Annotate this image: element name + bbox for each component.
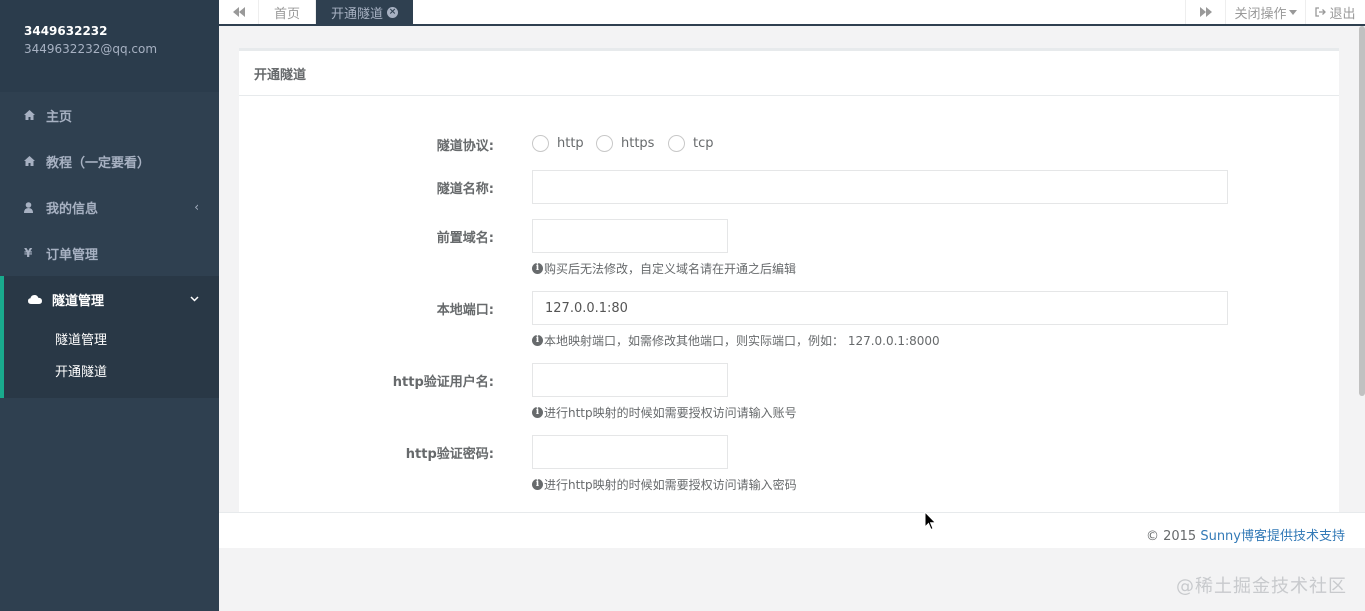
info-circle-icon: i	[532, 407, 543, 418]
user-profile[interactable]: 3449632232 3449632232@qq.com	[0, 0, 219, 92]
tunnel-name-label: 隧道名称:	[436, 182, 494, 197]
logout-button[interactable]: 退出	[1305, 0, 1365, 24]
home-icon	[24, 110, 40, 120]
local-port-input[interactable]: 127.0.0.1:80	[532, 291, 1228, 325]
subdomain-help: i 购买后无法修改，自定义域名请在开通之后编辑	[532, 260, 796, 277]
sidebar-item-tutorial[interactable]: 教程（一定要看）	[0, 138, 219, 184]
panel-title: 开通隧道	[239, 51, 1339, 96]
radio-circle[interactable]	[668, 135, 685, 152]
sign-out-icon	[1315, 7, 1327, 17]
protocol-radio-http[interactable]: http	[532, 135, 584, 152]
help-text: 购买后无法修改，自定义域名请在开通之后编辑	[544, 262, 797, 276]
protocol-radio-tcp[interactable]: tcp	[668, 135, 714, 152]
http-user-help: i 进行http映射的时候如需要授权访问请输入账号	[532, 404, 797, 421]
radio-label: tcp	[693, 136, 714, 151]
sidebar-group-tunnel: 隧道管理 隧道管理 开通隧道	[0, 276, 219, 398]
footer-link[interactable]: Sunny博客提供技术支持	[1200, 529, 1345, 544]
http-user-input[interactable]	[532, 363, 728, 397]
scrollbar[interactable]	[1359, 26, 1365, 396]
cloud-icon	[28, 294, 46, 304]
sidebar-item-label: 我的信息	[46, 201, 99, 217]
radio-label: https	[621, 136, 655, 151]
chevron-left-icon: ‹	[194, 200, 199, 214]
radio-circle[interactable]	[596, 135, 613, 152]
sidebar-item-label: 主页	[46, 109, 73, 125]
double-chevron-left-icon	[232, 7, 245, 17]
http-pass-help: i 进行http映射的时候如需要授权访问请输入密码	[532, 476, 797, 493]
sidebar-item-tunnel-management[interactable]: 隧道管理	[4, 276, 219, 322]
user-name: 3449632232	[24, 24, 108, 38]
sidebar-submenu: 隧道管理 开通隧道	[4, 322, 219, 398]
user-icon	[24, 201, 40, 213]
sidebar-item-label: 订单管理	[46, 247, 99, 263]
chevron-down-icon	[190, 291, 199, 305]
close-operations-label: 关闭操作	[1234, 6, 1287, 22]
http-pass-input[interactable]	[532, 435, 728, 469]
caret-down-icon	[1288, 9, 1297, 15]
info-circle-icon: i	[532, 479, 543, 490]
info-circle-icon: i	[532, 263, 543, 274]
sidebar-item-label: 教程（一定要看）	[46, 155, 151, 171]
close-tab-icon[interactable]: ×	[387, 6, 398, 18]
help-text: 进行http映射的时候如需要授权访问请输入密码	[544, 478, 797, 492]
tab-scroll-left-button[interactable]	[219, 0, 259, 24]
tab-open-tunnel[interactable]: 开通隧道 ×	[316, 0, 413, 24]
tab-label: 开通隧道	[330, 6, 383, 22]
sidebar-item-home[interactable]: 主页	[0, 92, 219, 138]
radio-label: http	[557, 136, 584, 151]
tunnel-name-input[interactable]	[532, 170, 1228, 204]
footer: © 2015 Sunny博客提供技术支持	[219, 512, 1365, 548]
protocol-radio-https[interactable]: https	[596, 135, 654, 152]
radio-circle[interactable]	[532, 135, 549, 152]
help-text: 本地映射端口，如需修改其他端口，则实际端口，例如： 127.0.0.1:8000	[544, 334, 940, 348]
watermark: @稀土掘金技术社区	[1176, 576, 1347, 597]
local-port-help: i 本地映射端口，如需修改其他端口，则实际端口，例如： 127.0.0.1:80…	[532, 332, 940, 349]
yen-icon: ¥	[24, 246, 33, 260]
home-icon	[24, 156, 40, 166]
sidebar-item-label: 隧道管理	[52, 293, 105, 309]
subdomain-label: 前置域名:	[436, 231, 494, 246]
mouse-cursor-icon	[924, 511, 937, 531]
info-circle-icon: i	[532, 335, 543, 346]
double-chevron-right-icon	[1199, 7, 1212, 17]
submenu-item-tunnel-management[interactable]: 隧道管理	[4, 322, 219, 354]
http-user-label: http验证用户名:	[392, 375, 494, 390]
submenu-item-open-tunnel[interactable]: 开通隧道	[4, 354, 219, 386]
help-text: 进行http映射的时候如需要授权访问请输入账号	[544, 406, 797, 420]
http-pass-label: http验证密码:	[405, 447, 494, 462]
close-operations-dropdown[interactable]: 关闭操作	[1225, 0, 1305, 24]
footer-text: © 2015 Sunny博客提供技术支持	[1146, 525, 1345, 544]
footer-copyright: © 2015	[1145, 529, 1201, 544]
local-port-label: 本地端口:	[436, 303, 494, 318]
protocol-label: 隧道协议:	[436, 139, 494, 154]
tab-scroll-right-button[interactable]	[1185, 0, 1225, 24]
tab-home[interactable]: 首页	[259, 0, 316, 24]
user-email: 3449632232@qq.com	[24, 42, 158, 56]
logout-label: 退出	[1329, 6, 1356, 22]
sidebar: 3449632232 3449632232@qq.com 主页 教程（一定要看）…	[0, 0, 219, 611]
open-tunnel-panel: 开通隧道 隧道协议: http https tcp 隧道名称: 前置域名: i …	[239, 48, 1339, 516]
sidebar-item-my-info[interactable]: 我的信息 ‹	[0, 184, 219, 230]
sidebar-item-orders[interactable]: ¥ 订单管理	[0, 230, 219, 276]
tab-bar: 首页 开通隧道 × 关闭操作 退出	[219, 0, 1365, 26]
subdomain-input[interactable]	[532, 219, 728, 253]
